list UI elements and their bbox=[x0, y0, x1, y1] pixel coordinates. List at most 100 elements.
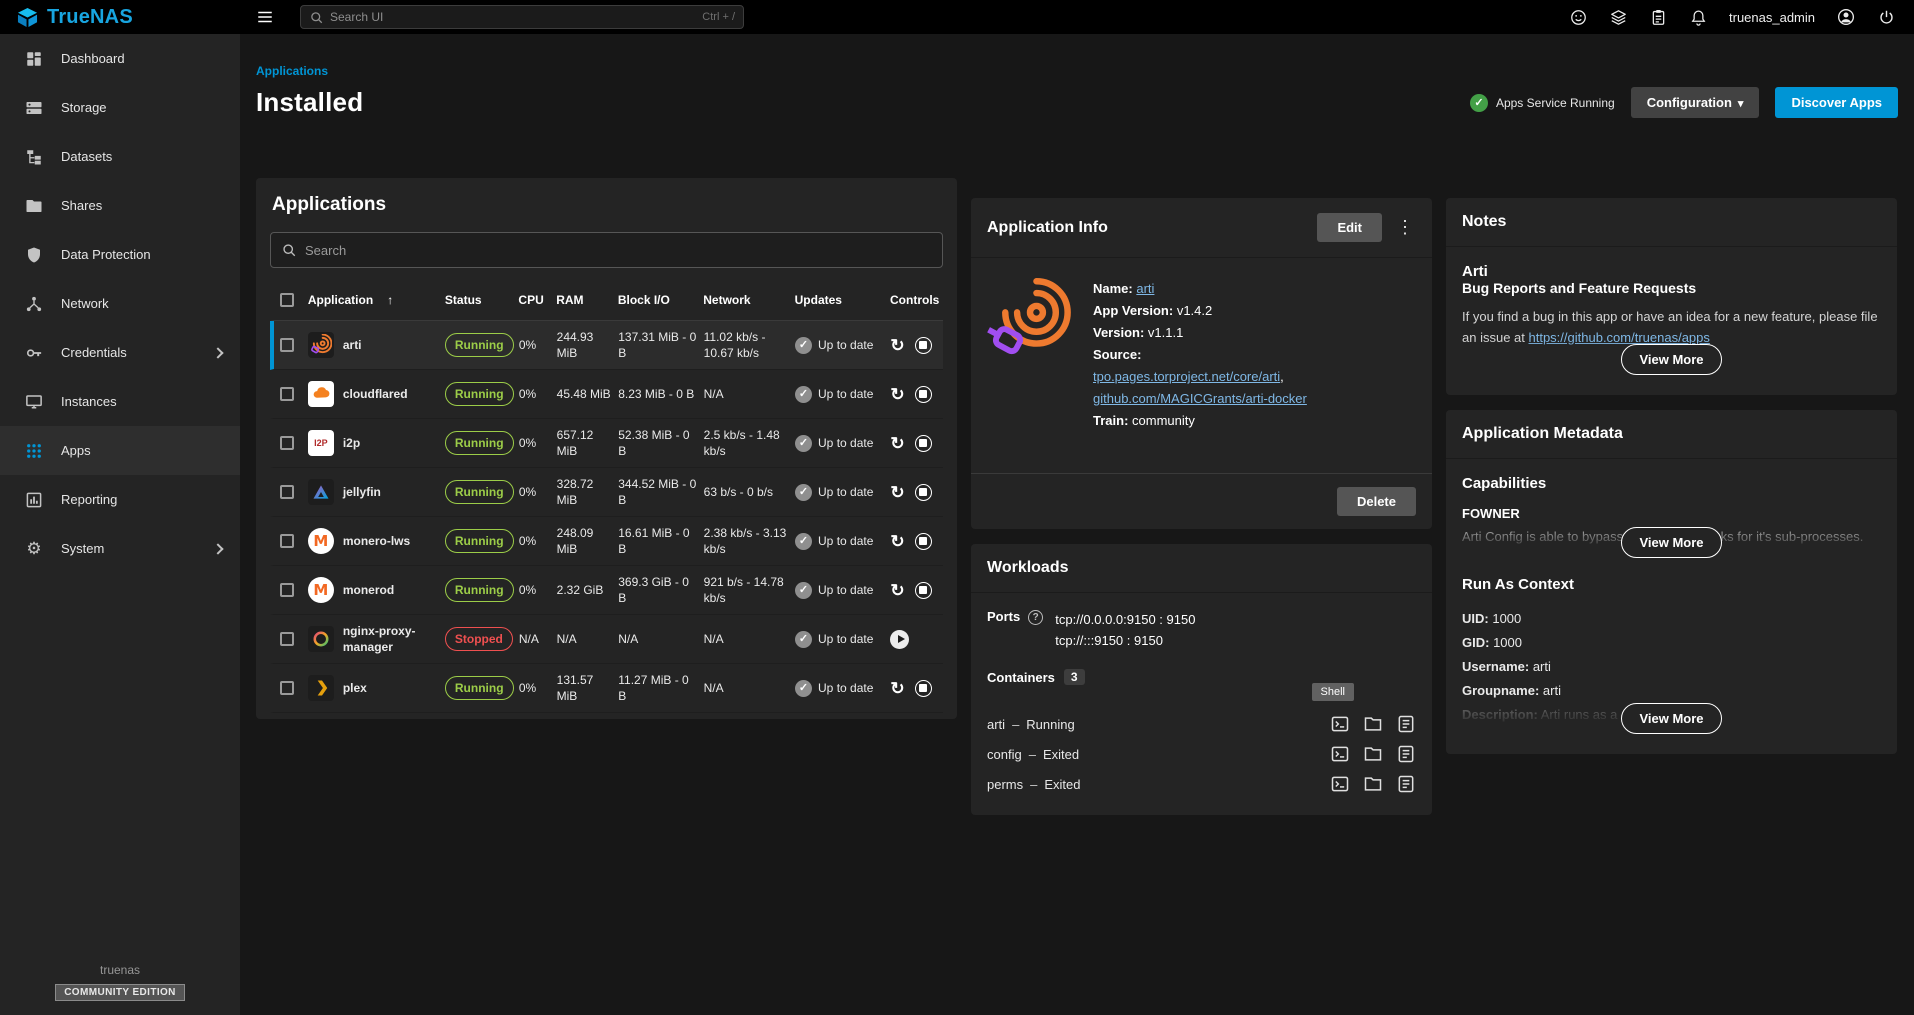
shell-icon[interactable] bbox=[1330, 744, 1350, 764]
restart-button[interactable]: ↻ bbox=[890, 484, 904, 501]
tasks-clipboard-icon[interactable] bbox=[1649, 8, 1668, 27]
volumes-folder-icon[interactable] bbox=[1363, 744, 1383, 764]
restart-button[interactable]: ↻ bbox=[890, 680, 904, 697]
sidebar-item-dashboard[interactable]: Dashboard bbox=[0, 34, 240, 83]
restart-button[interactable]: ↻ bbox=[890, 435, 904, 452]
row-checkbox[interactable] bbox=[280, 436, 294, 450]
table-row-arti[interactable]: arti Running 0% 244.93 MiB 137.31 MiB - … bbox=[270, 321, 943, 370]
restart-button[interactable]: ↻ bbox=[890, 386, 904, 403]
view-more-button[interactable]: View More bbox=[1621, 527, 1721, 558]
sidebar-item-datasets[interactable]: Datasets bbox=[0, 132, 240, 181]
stop-button[interactable] bbox=[915, 484, 932, 501]
column-application[interactable]: Application↑ bbox=[308, 292, 445, 308]
edit-button[interactable]: Edit bbox=[1317, 213, 1382, 242]
view-more-button[interactable]: View More bbox=[1621, 344, 1721, 375]
sidebar-item-reporting[interactable]: Reporting bbox=[0, 475, 240, 524]
ram-cell: 248.09 MiB bbox=[557, 525, 619, 557]
column-updates[interactable]: Updates bbox=[795, 292, 890, 308]
app-name-link[interactable]: arti bbox=[1136, 281, 1154, 296]
view-more-button[interactable]: View More bbox=[1621, 703, 1721, 734]
table-row-i2p[interactable]: I2Pi2p Running 0% 657.12 MiB 52.38 MiB -… bbox=[270, 419, 943, 468]
application-info-title: Application Info bbox=[987, 219, 1108, 237]
shell-icon[interactable] bbox=[1330, 714, 1350, 734]
sidebar-item-system[interactable]: ⚙ System bbox=[0, 524, 240, 573]
logs-icon[interactable] bbox=[1396, 714, 1416, 734]
column-network[interactable]: Network bbox=[703, 292, 794, 308]
alerts-bell-icon[interactable] bbox=[1689, 8, 1708, 27]
row-checkbox[interactable] bbox=[280, 632, 294, 646]
search-input[interactable] bbox=[330, 10, 696, 24]
sidebar-item-network[interactable]: Network bbox=[0, 279, 240, 328]
stop-button[interactable] bbox=[915, 582, 932, 599]
container-row-perms: perms – Exited bbox=[987, 769, 1416, 799]
feedback-smiley-icon[interactable] bbox=[1569, 8, 1588, 27]
configuration-button[interactable]: Configuration▾ bbox=[1631, 87, 1760, 118]
start-button[interactable] bbox=[890, 630, 909, 649]
logs-icon[interactable] bbox=[1396, 774, 1416, 794]
kebab-menu-icon[interactable]: ⋮ bbox=[1394, 217, 1416, 238]
row-checkbox[interactable] bbox=[280, 387, 294, 401]
container-row-config: config – Exited bbox=[987, 739, 1416, 769]
hamburger-menu-icon[interactable] bbox=[256, 8, 274, 26]
main-content: Applications Installed ✓ Apps Service Ru… bbox=[240, 34, 1914, 1015]
discover-apps-button[interactable]: Discover Apps bbox=[1775, 87, 1898, 118]
stop-button[interactable] bbox=[915, 533, 932, 550]
status-badge: Running bbox=[445, 676, 514, 700]
table-search[interactable] bbox=[270, 232, 943, 268]
sidebar-item-storage[interactable]: Storage bbox=[0, 83, 240, 132]
apps-grid-icon bbox=[24, 442, 44, 460]
app-name: i2p bbox=[343, 435, 360, 451]
network-cell: N/A bbox=[704, 680, 795, 696]
ports-label: Ports bbox=[987, 609, 1020, 651]
key-icon bbox=[24, 344, 44, 362]
restart-button[interactable]: ↻ bbox=[890, 533, 904, 550]
table-search-input[interactable] bbox=[305, 243, 932, 258]
table-row-monerod[interactable]: Mmonerod Running 0% 2.32 GiB 369.3 GiB -… bbox=[270, 566, 943, 615]
select-all-checkbox[interactable] bbox=[280, 293, 294, 307]
sidebar-item-shares[interactable]: Shares bbox=[0, 181, 240, 230]
global-search[interactable]: Ctrl + / bbox=[300, 5, 744, 29]
sidebar-item-data-protection[interactable]: Data Protection bbox=[0, 230, 240, 279]
logs-icon[interactable] bbox=[1396, 744, 1416, 764]
stop-button[interactable] bbox=[915, 337, 932, 354]
sidebar-item-instances[interactable]: Instances bbox=[0, 377, 240, 426]
table-row-plex[interactable]: plex Running 0% 131.57 MiB 11.27 MiB - 0… bbox=[270, 664, 943, 713]
stop-button[interactable] bbox=[915, 680, 932, 697]
shell-icon[interactable] bbox=[1330, 774, 1350, 794]
row-checkbox[interactable] bbox=[280, 583, 294, 597]
user-avatar-icon[interactable] bbox=[1836, 7, 1856, 27]
column-block-io[interactable]: Block I/O bbox=[618, 292, 703, 308]
source-link-github[interactable]: github.com/MAGICGrants/arti-docker bbox=[1093, 391, 1307, 406]
row-checkbox[interactable] bbox=[280, 338, 294, 352]
column-ram[interactable]: RAM bbox=[556, 292, 618, 308]
power-icon[interactable] bbox=[1877, 8, 1896, 27]
volumes-folder-icon[interactable] bbox=[1363, 774, 1383, 794]
column-status[interactable]: Status bbox=[445, 292, 519, 308]
table-row-cloudflared[interactable]: cloudflared Running 0% 45.48 MiB 8.23 Mi… bbox=[270, 370, 943, 419]
sidebar-item-apps[interactable]: Apps bbox=[0, 426, 240, 475]
restart-button[interactable]: ↻ bbox=[890, 337, 904, 354]
stop-button[interactable] bbox=[915, 435, 932, 452]
issues-link[interactable]: https://github.com/truenas/apps bbox=[1529, 330, 1710, 345]
truenas-logo[interactable]: TrueNAS bbox=[0, 6, 240, 29]
source-link-torproject[interactable]: tpo.pages.torproject.net/core/arti bbox=[1093, 369, 1280, 384]
jobs-layers-icon[interactable] bbox=[1609, 8, 1628, 27]
table-row-monero-lws[interactable]: Mmonero-lws Running 0% 248.09 MiB 16.61 … bbox=[270, 517, 943, 566]
table-row-nginx-proxy-manager[interactable]: nginx-proxy-manager Stopped N/A N/A N/A … bbox=[270, 615, 943, 664]
row-checkbox[interactable] bbox=[280, 681, 294, 695]
sidebar-item-credentials[interactable]: Credentials bbox=[0, 328, 240, 377]
volumes-folder-icon[interactable] bbox=[1363, 714, 1383, 734]
stop-button[interactable] bbox=[915, 386, 932, 403]
restart-button[interactable]: ↻ bbox=[890, 582, 904, 599]
help-icon[interactable]: ? bbox=[1028, 610, 1043, 625]
delete-button[interactable]: Delete bbox=[1337, 487, 1416, 516]
table-row-jellyfin[interactable]: jellyfin Running 0% 328.72 MiB 344.52 Mi… bbox=[270, 468, 943, 517]
row-checkbox[interactable] bbox=[280, 534, 294, 548]
cpu-cell: 0% bbox=[519, 680, 557, 696]
column-cpu[interactable]: CPU bbox=[518, 292, 556, 308]
row-checkbox[interactable] bbox=[280, 485, 294, 499]
sidebar-item-label: Instances bbox=[61, 394, 117, 409]
breadcrumb[interactable]: Applications bbox=[256, 64, 1898, 78]
username-row: Username: arti bbox=[1462, 655, 1881, 679]
sidebar-item-label: Datasets bbox=[61, 149, 112, 164]
